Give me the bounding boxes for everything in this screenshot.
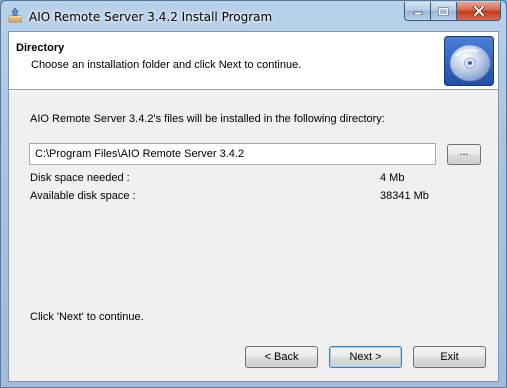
page-title: Directory [16,42,65,54]
footer-hint: Click 'Next' to continue. [30,311,144,323]
minimize-icon [413,11,422,15]
title-bar[interactable]: AIO Remote Server 3.4.2 Install Program [1,1,506,31]
caption-buttons [404,2,501,22]
disk-available-label: Available disk space : [30,190,136,202]
disk-needed-label: Disk space needed : [30,172,130,184]
browse-button[interactable]: ... [447,144,481,165]
installer-app-icon [8,7,22,23]
maximize-button[interactable] [431,2,457,21]
minimize-button[interactable] [404,2,431,21]
next-button[interactable]: Next > [329,346,402,368]
install-info-text: AIO Remote Server 3.4.2's files will be … [30,113,385,125]
installer-window: AIO Remote Server 3.4.2 Install Program [0,0,507,388]
header-divider [9,91,498,92]
back-button[interactable]: < Back [245,346,318,368]
disk-available-value: 38341 Mb [380,190,429,202]
close-button[interactable] [457,2,501,21]
disk-needed-value: 4 Mb [380,172,405,184]
cd-disc-icon [444,36,494,86]
dialog-client-area: Directory Choose an installation folder … [8,31,499,382]
dialog-header: Directory Choose an installation folder … [9,32,498,90]
window-title: AIO Remote Server 3.4.2 Install Program [29,10,273,24]
maximize-icon [438,6,449,16]
page-subtitle: Choose an installation folder and click … [31,59,302,71]
install-path-input[interactable] [29,143,436,165]
exit-button[interactable]: Exit [413,346,486,368]
close-icon [472,6,485,16]
